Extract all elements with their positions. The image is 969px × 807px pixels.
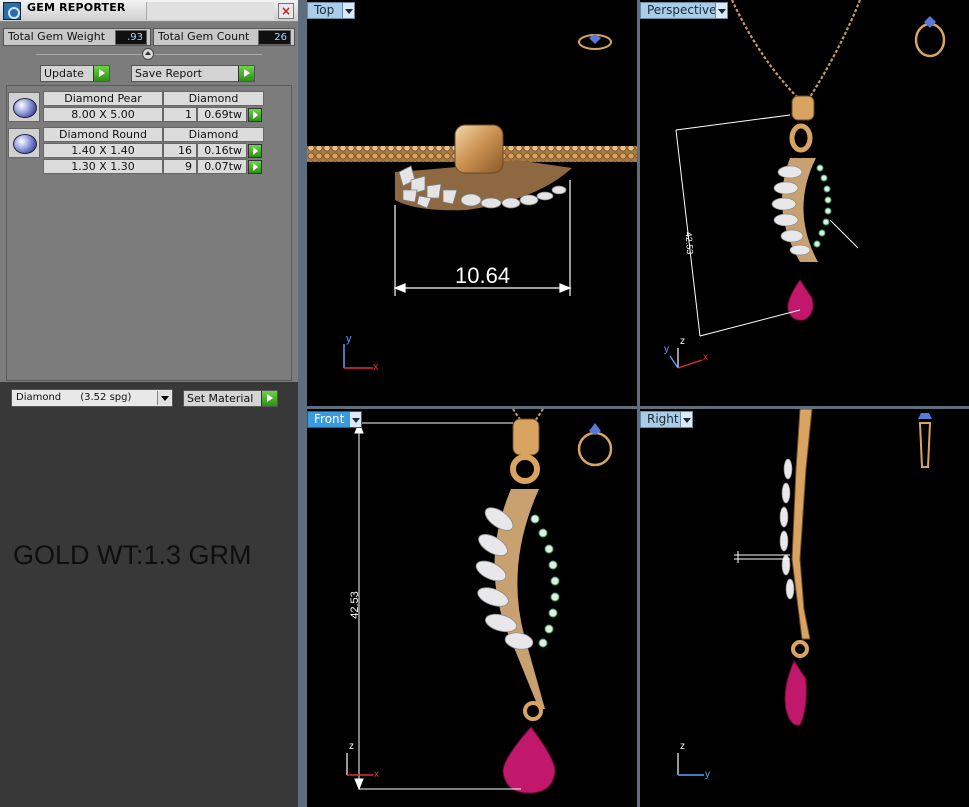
axis-z-label: z bbox=[349, 741, 354, 752]
total-gem-weight-value: .93 bbox=[115, 30, 147, 45]
drop-link bbox=[523, 701, 543, 721]
play-arrow-icon bbox=[93, 66, 109, 81]
jump-ring bbox=[789, 123, 813, 153]
bail bbox=[454, 124, 504, 174]
gem-reporter-icon bbox=[3, 2, 21, 20]
gem-count-cell: 1 bbox=[163, 107, 197, 122]
total-gem-count-text: Total Gem Count bbox=[158, 30, 250, 43]
viewport-label-right[interactable]: Right bbox=[640, 411, 693, 428]
gem-weight-cell: 0.69tw bbox=[197, 107, 247, 122]
gem-weight-cell: 0.07tw bbox=[197, 159, 247, 174]
chevron-down-icon bbox=[342, 3, 354, 18]
axis-x-label: x bbox=[703, 352, 708, 363]
gem-row-select-button[interactable] bbox=[248, 160, 262, 174]
viewport-label-perspective-text: Perspective bbox=[647, 3, 717, 17]
chevron-down-icon bbox=[715, 3, 727, 18]
save-report-button[interactable]: Save Report bbox=[131, 65, 255, 82]
set-material-button[interactable]: Set Material bbox=[183, 390, 278, 407]
front-viewport[interactable]: Front 42.53 z x bbox=[307, 409, 637, 807]
right-view-render bbox=[677, 409, 932, 776]
gem-size-cell: 1.30 X 1.30 bbox=[43, 159, 163, 174]
orientation-ring-icon bbox=[578, 34, 612, 50]
ruby-drop bbox=[502, 726, 556, 794]
material-dropdown-value: Diamond (3.52 spg) bbox=[16, 392, 132, 403]
gem-shape-header: Diamond Pear bbox=[43, 91, 163, 106]
round-diamonds bbox=[530, 514, 560, 648]
title-bar: GEM REPORTER × bbox=[0, 0, 298, 22]
gem-count-cell: 9 bbox=[163, 159, 197, 174]
close-icon[interactable]: × bbox=[278, 3, 294, 19]
gem-shape-header: Diamond Round bbox=[43, 127, 163, 142]
perspective-dimension-label: 42.53 bbox=[683, 231, 696, 255]
orientation-ring-icon bbox=[914, 16, 946, 58]
total-gem-count-value: 26 bbox=[258, 30, 291, 45]
diamond-profile bbox=[779, 458, 795, 600]
bail bbox=[791, 95, 815, 121]
perspective-view-render bbox=[669, 0, 946, 369]
gem-reporter-panel: GEM REPORTER × Total Gem Weight .93 Tota… bbox=[0, 0, 298, 807]
top-viewport[interactable]: Top 10.64 y x bbox=[307, 0, 637, 406]
gem-row-select-button[interactable] bbox=[248, 144, 262, 158]
app-title: GEM REPORTER bbox=[27, 1, 126, 14]
panel-splitter-handle[interactable] bbox=[142, 48, 154, 60]
update-button-label: Update bbox=[44, 67, 84, 80]
jump-ring bbox=[510, 454, 540, 484]
axis-y-label: y bbox=[664, 344, 669, 355]
play-arrow-icon bbox=[238, 66, 254, 81]
axis-z-label: z bbox=[680, 336, 685, 347]
axis-gizmo bbox=[677, 753, 704, 776]
pear-diamond-icon[interactable] bbox=[8, 92, 40, 122]
gem-count-cell: 16 bbox=[163, 143, 197, 158]
gold-weight-note: GOLD WT:1.3 GRM bbox=[13, 540, 252, 570]
axis-x-label: x bbox=[373, 361, 379, 373]
perspective-viewport[interactable]: Perspective 42.53 z x y bbox=[640, 0, 969, 406]
top-view-render bbox=[307, 34, 637, 369]
viewport-label-front[interactable]: Front bbox=[307, 411, 362, 428]
material-dropdown[interactable]: Diamond (3.52 spg) bbox=[11, 389, 173, 407]
ruby-drop bbox=[787, 279, 814, 321]
gem-row-select-button[interactable] bbox=[248, 108, 262, 122]
save-report-button-label: Save Report bbox=[135, 67, 202, 80]
orientation-ring-icon bbox=[918, 413, 932, 468]
viewport-label-right-text: Right bbox=[647, 412, 679, 426]
axis-y-label: y bbox=[346, 333, 352, 345]
axis-gizmo bbox=[343, 344, 373, 369]
top-dimension-label: 10.64 bbox=[455, 263, 511, 288]
total-gem-weight-text: Total Gem Weight bbox=[8, 30, 106, 43]
gem-weight-cell: 0.16tw bbox=[197, 143, 247, 158]
right-viewport[interactable]: Right z y bbox=[640, 409, 969, 807]
axis-x-label: x bbox=[374, 769, 379, 780]
viewport-label-front-text: Front bbox=[314, 412, 345, 426]
pendant-side-profile bbox=[791, 409, 813, 640]
bail bbox=[512, 418, 540, 456]
axis-gizmo bbox=[669, 348, 703, 369]
gem-size-cell: 8.00 X 5.00 bbox=[43, 107, 163, 122]
viewport-label-perspective[interactable]: Perspective bbox=[640, 2, 728, 19]
front-dimension-label: 42.53 bbox=[348, 591, 361, 619]
gem-material-header: Diamond bbox=[163, 91, 264, 106]
gem-size-cell: 1.40 X 1.40 bbox=[43, 143, 163, 158]
set-material-button-label: Set Material bbox=[187, 392, 254, 405]
drop-link bbox=[791, 640, 809, 658]
title-bar-fill bbox=[146, 2, 274, 20]
viewport-label-top-text: Top bbox=[314, 3, 335, 17]
viewport-label-top[interactable]: Top bbox=[307, 2, 355, 19]
axis-gizmo bbox=[346, 753, 373, 776]
round-diamond-icon[interactable] bbox=[8, 128, 40, 158]
play-arrow-icon bbox=[261, 391, 277, 406]
height-dimension-line bbox=[675, 114, 859, 337]
axis-y-label: y bbox=[705, 769, 710, 780]
depth-dimension-line bbox=[734, 551, 790, 563]
chevron-down-icon bbox=[349, 412, 361, 427]
axis-z-label: z bbox=[680, 741, 685, 752]
update-button[interactable]: Update bbox=[40, 65, 110, 82]
viewport-area: Top 10.64 y x Perspective 42.53 z x y Fr… bbox=[298, 0, 969, 807]
chain bbox=[731, 0, 862, 101]
chevron-down-icon bbox=[157, 391, 171, 405]
ruby-drop bbox=[784, 659, 807, 726]
gem-material-header: Diamond bbox=[163, 127, 264, 142]
chevron-down-icon bbox=[680, 412, 692, 427]
orientation-ring-icon bbox=[577, 423, 613, 467]
round-diamonds bbox=[813, 164, 832, 248]
